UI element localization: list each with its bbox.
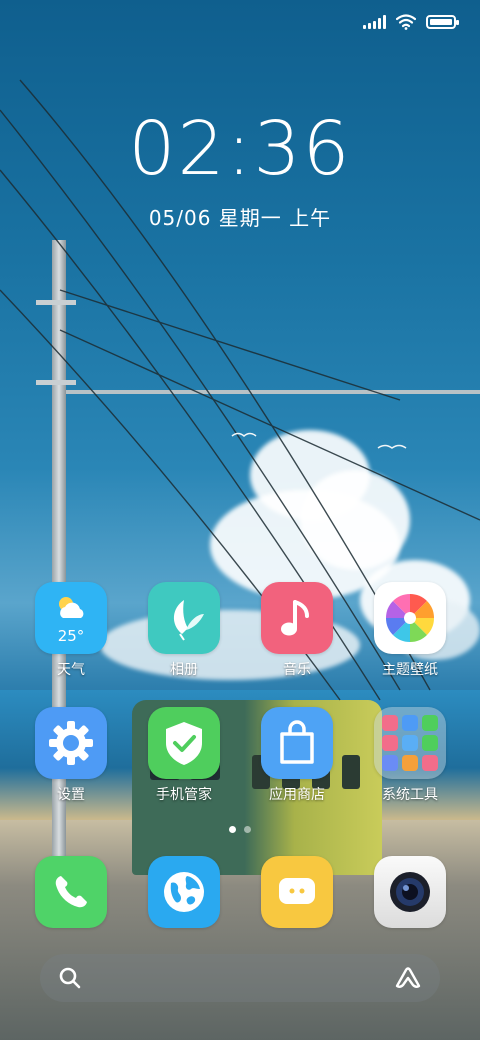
app-security[interactable]: 手机管家 (134, 707, 234, 804)
gallery-icon (148, 582, 220, 654)
app-store[interactable]: 应用商店 (247, 707, 347, 804)
browser-icon (148, 856, 220, 928)
app-label: 主题壁纸 (382, 662, 438, 678)
app-label: 音乐 (283, 662, 311, 678)
dock-phone[interactable] (21, 856, 121, 928)
battery-level (430, 19, 452, 25)
status-bar (363, 10, 459, 34)
date-label[interactable]: 05/06 星期一 上午 (0, 202, 480, 231)
app-label: 设置 (57, 787, 85, 803)
system-tools-folder-icon (374, 707, 446, 779)
phone-icon (35, 856, 107, 928)
app-themes[interactable]: 主题壁纸 (360, 582, 460, 679)
folder-system-tools[interactable]: 系统工具 (360, 707, 460, 804)
app-label: 相册 (170, 662, 198, 678)
page-dot[interactable] (244, 826, 251, 833)
app-weather[interactable]: 25° 天气 (21, 582, 121, 679)
app-settings[interactable]: 设置 (21, 707, 121, 804)
app-label: 天气 (57, 662, 85, 678)
page-dot[interactable] (229, 826, 236, 833)
search-bar[interactable] (40, 954, 440, 1002)
settings-icon (35, 707, 107, 779)
battery-icon (426, 15, 459, 29)
search-icon[interactable] (58, 966, 82, 990)
camera-icon (374, 856, 446, 928)
app-label: 手机管家 (156, 787, 212, 803)
wifi-icon (396, 14, 416, 30)
app-label: 应用商店 (269, 787, 325, 803)
signal-icon (363, 15, 386, 29)
app-label: 系统工具 (382, 787, 438, 803)
themes-icon (374, 582, 446, 654)
dock-browser[interactable] (134, 856, 234, 928)
clock-widget[interactable]: 02:36 (0, 106, 480, 192)
weather-temperature: 25° (57, 627, 85, 645)
messages-icon (261, 856, 333, 928)
app-store-icon (261, 707, 333, 779)
security-icon (148, 707, 220, 779)
music-icon (261, 582, 333, 654)
dock-messages[interactable] (247, 856, 347, 928)
assistant-icon[interactable] (394, 966, 422, 990)
app-music[interactable]: 音乐 (247, 582, 347, 679)
app-gallery[interactable]: 相册 (134, 582, 234, 679)
dock-camera[interactable] (360, 856, 460, 928)
weather-icon: 25° (35, 582, 107, 654)
page-indicator (0, 826, 480, 833)
home-screen: 02:36 05/06 星期一 上午 25° 天气 相册 音乐 主题壁纸 设置 … (0, 0, 480, 1040)
